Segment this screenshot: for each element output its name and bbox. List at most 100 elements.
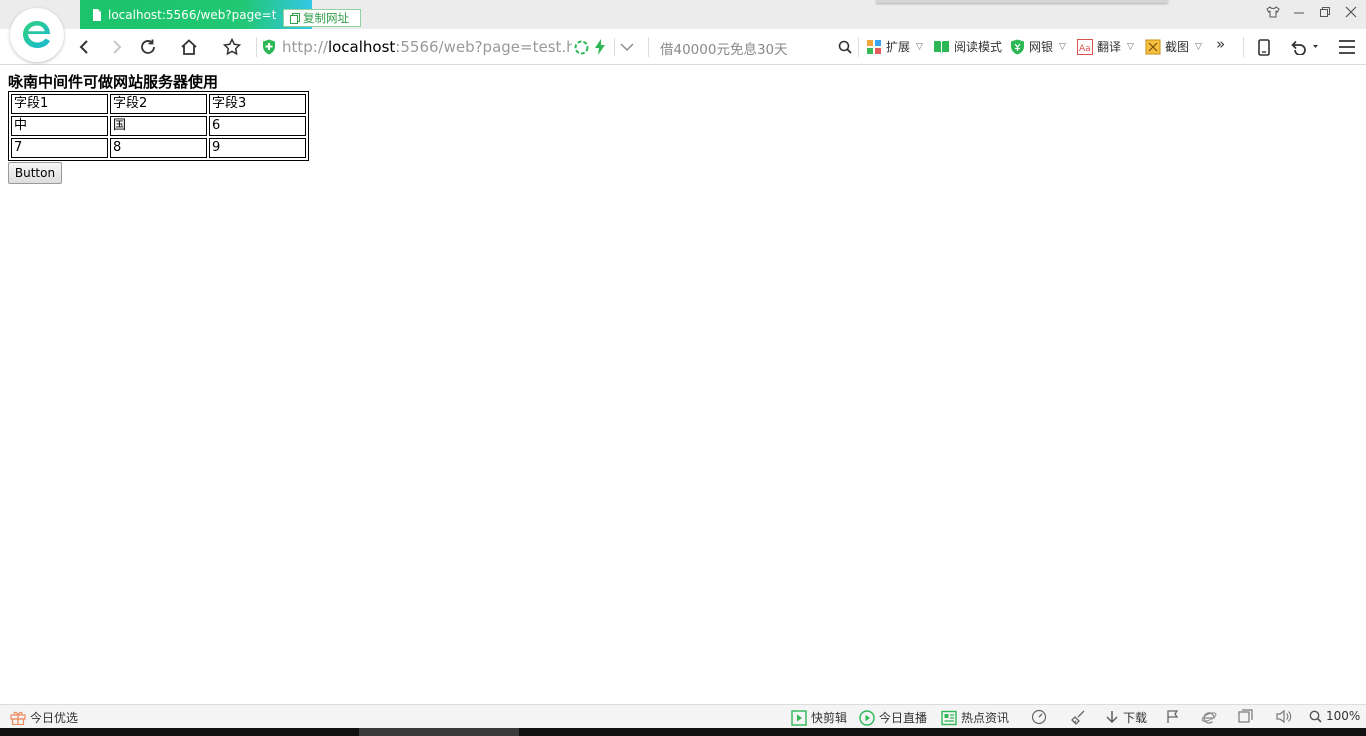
translate-label: 翻译 (1097, 40, 1122, 54)
play-circle-icon (859, 709, 875, 726)
restore-icon[interactable] (1318, 4, 1332, 20)
video-edit-icon (791, 709, 807, 726)
copy-url-label: 复制网址 (303, 11, 349, 25)
today-pick-label: 今日优选 (30, 711, 79, 725)
undo-close-button[interactable] (1286, 36, 1322, 58)
search-suggestion[interactable]: 借40000元免息30天 (660, 38, 788, 58)
notification-edge (876, 0, 1168, 3)
page-content: 咏南中间件可做网站服务器使用 字段1 字段2 字段3 中国 6 7 8 9 Button (8, 73, 309, 184)
browser-logo[interactable] (10, 8, 64, 62)
os-taskbar (0, 728, 1366, 736)
news-icon (941, 710, 957, 725)
compat-mode-icon[interactable] (574, 40, 589, 55)
zoom-level: 100% (1326, 709, 1361, 723)
table-row: 789 (11, 138, 306, 158)
toolbar-separator (1243, 37, 1244, 57)
speed-mode-icon[interactable] (594, 39, 606, 55)
translate-icon: Aa (1077, 38, 1093, 55)
mute-button[interactable] (1276, 709, 1292, 724)
window-controls (1266, 4, 1358, 20)
home-icon (181, 39, 197, 55)
url-rest: :5566/web?page=test.ht (395, 38, 572, 56)
live-button[interactable]: 今日直播 (859, 709, 927, 726)
table-cell: 字段1 (11, 94, 108, 114)
table-cell: 7 (11, 138, 108, 158)
close-icon[interactable] (1344, 4, 1358, 20)
flag-button[interactable] (1166, 709, 1180, 724)
screenshot-icon (1145, 39, 1161, 54)
browser-toolbar: http://localhost:5566/web?page=test.ht 借… (0, 29, 1366, 65)
live-label: 今日直播 (879, 711, 928, 725)
copy-icon (290, 12, 300, 24)
reading-mode-button[interactable]: 阅读模式 (933, 38, 1002, 55)
undo-icon (1291, 40, 1318, 55)
table-cell: 字段2 (110, 94, 207, 114)
cleanup-button[interactable] (1071, 709, 1087, 725)
table-cell: 9 (209, 138, 306, 158)
search-button[interactable] (834, 36, 856, 58)
tab-title: localhost:5566/web?page=te (108, 7, 276, 22)
download-label: 下载 (1123, 711, 1148, 725)
download-button[interactable]: 下载 (1105, 709, 1147, 726)
extensions-label: 扩展 (886, 40, 911, 54)
ie-icon (1201, 712, 1217, 724)
window-mode-button[interactable] (1238, 709, 1253, 724)
status-bar: 今日优选 快剪辑 今日直播 热点资讯 下载 100% (0, 704, 1366, 728)
ie-mode-button[interactable] (1201, 709, 1217, 725)
svg-text:Aa: Aa (1079, 44, 1091, 54)
reload-button[interactable] (137, 36, 159, 58)
address-text[interactable]: http://localhost:5566/web?page=test.ht (282, 38, 572, 56)
page-button[interactable]: Button (8, 162, 62, 184)
back-button[interactable] (73, 36, 95, 58)
address-bar[interactable]: http://localhost:5566/web?page=test.ht (262, 34, 642, 60)
table-row: 中国6 (11, 116, 306, 136)
reading-mode-label: 阅读模式 (954, 40, 1003, 54)
shield-icon (262, 39, 276, 55)
translate-menu[interactable]: Aa 翻译 ▽ (1077, 38, 1134, 55)
chevron-down-icon: ▽ (1059, 41, 1066, 52)
minimize-icon[interactable] (1292, 4, 1306, 20)
page-heading: 咏南中间件可做网站服务器使用 (8, 73, 219, 91)
browser-tab[interactable]: localhost:5566/web?page=te (80, 0, 312, 29)
forward-button[interactable] (106, 36, 128, 58)
bookmark-button[interactable] (221, 36, 243, 58)
gauge-icon (1031, 709, 1047, 725)
extensions-menu[interactable]: 扩展 ▽ (866, 38, 923, 55)
more-tools-button[interactable]: » (1216, 35, 1225, 53)
toolbar-separator (256, 37, 257, 57)
bank-shield-icon (1011, 39, 1024, 54)
home-button[interactable] (178, 36, 200, 58)
table-cell: 6 (209, 116, 306, 136)
skin-icon[interactable] (1266, 4, 1280, 20)
back-arrow-icon (79, 40, 88, 54)
today-pick-button[interactable]: 今日优选 (10, 709, 78, 726)
page-icon (92, 8, 102, 21)
flag-icon (1167, 710, 1179, 723)
toolbar-separator (858, 37, 859, 57)
speedup-button[interactable] (1031, 709, 1047, 725)
main-menu-button[interactable] (1336, 36, 1358, 58)
gift-icon (10, 711, 26, 725)
taskbar-active-app[interactable] (359, 728, 519, 736)
netbank-menu[interactable]: 网银 ▽ (1010, 38, 1066, 55)
data-table: 字段1 字段2 字段3 中国 6 7 8 9 (8, 91, 309, 161)
chevron-down-icon[interactable] (620, 42, 634, 52)
star-icon (223, 38, 241, 56)
table-cell: 中 (11, 116, 108, 136)
chevron-down-icon: ▽ (916, 41, 923, 52)
hot-news-label: 热点资讯 (961, 711, 1010, 725)
table-row: 字段1 字段2 字段3 (11, 94, 306, 114)
screenshot-menu[interactable]: 截图 ▽ (1145, 38, 1202, 55)
extensions-icon (867, 39, 881, 54)
phone-icon (1258, 38, 1270, 56)
hot-news-button[interactable]: 热点资讯 (941, 709, 1009, 726)
table-cell: 国 (110, 116, 207, 136)
browser-logo-icon (23, 21, 50, 48)
url-scheme: http:// (282, 38, 328, 56)
table-cell: 8 (110, 138, 207, 158)
mobile-view-button[interactable] (1253, 36, 1275, 58)
hamburger-menu-icon (1339, 40, 1355, 54)
zoom-control[interactable]: 100% (1309, 709, 1360, 723)
quick-edit-button[interactable]: 快剪辑 (791, 709, 847, 726)
copy-url-button[interactable]: 复制网址 (283, 9, 361, 27)
